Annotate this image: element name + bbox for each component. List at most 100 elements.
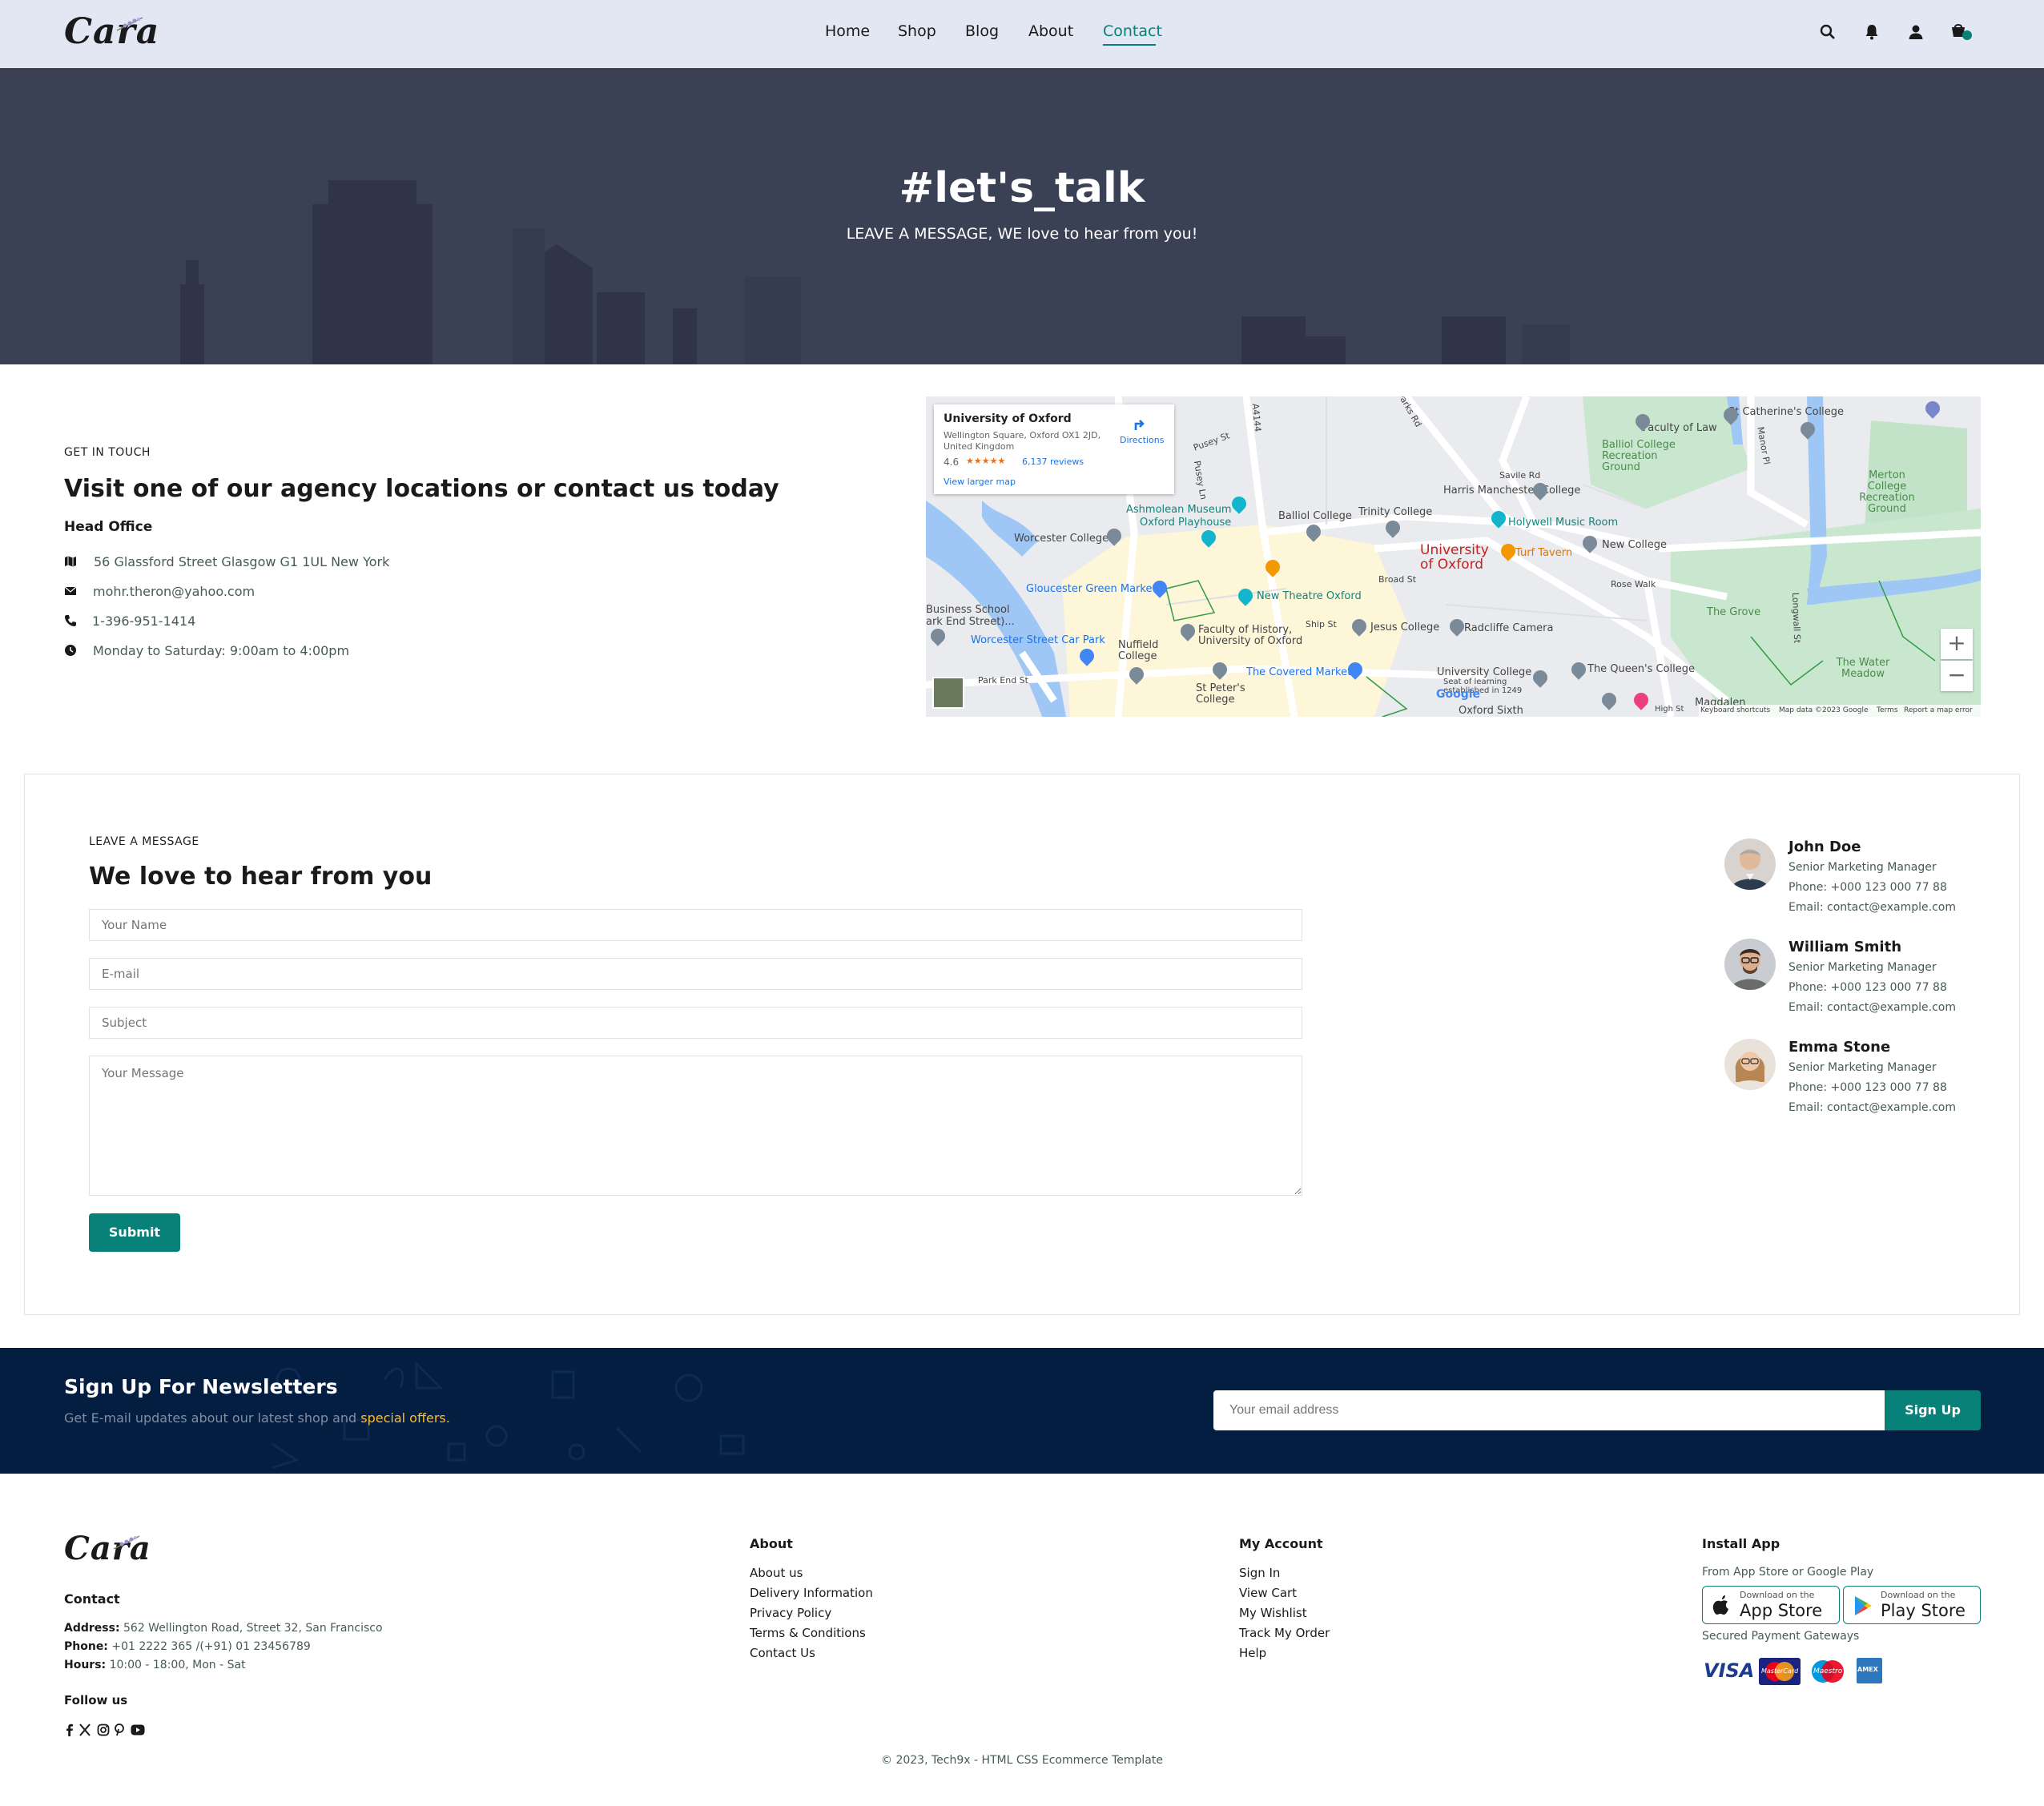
nav-blog[interactable]: Blog xyxy=(965,22,999,40)
envelope-icon xyxy=(64,586,77,595)
map-label: St Peter's College xyxy=(1196,682,1245,706)
directions-icon[interactable] xyxy=(1131,414,1149,432)
footer-hours: Hours: 10:00 - 18:00, Mon - Sat xyxy=(64,1659,246,1671)
copyright: © 2023, Tech9x - HTML CSS Ecommerce Temp… xyxy=(881,1754,1163,1767)
cart-icon[interactable] xyxy=(1949,22,1974,42)
newsletter-email-input[interactable] xyxy=(1213,1390,1885,1430)
newsletter-signup-button[interactable]: Sign Up xyxy=(1885,1390,1981,1430)
footer-link-sign-in[interactable]: Sign In xyxy=(1239,1566,1280,1580)
subject-input[interactable] xyxy=(89,1007,1302,1039)
install-text: From App Store or Google Play xyxy=(1702,1566,1874,1579)
office-email[interactable]: mohr.theron@yahoo.com xyxy=(93,584,255,599)
special-offers-highlight: special offers. xyxy=(360,1410,450,1426)
satellite-toggle[interactable] xyxy=(932,677,964,709)
amex-icon: AMEX xyxy=(1857,1658,1882,1683)
nav-home[interactable]: Home xyxy=(825,22,870,40)
youtube-icon[interactable] xyxy=(131,1724,145,1736)
nav-about[interactable]: About xyxy=(1028,22,1073,40)
mastercard-icon: MasterCard xyxy=(1759,1658,1801,1685)
footer-link-help[interactable]: Help xyxy=(1239,1646,1266,1660)
zoom-out-button[interactable]: − xyxy=(1941,661,1973,691)
footer-phone: Phone: +01 2222 365 /(+91) 01 23456789 xyxy=(64,1640,311,1653)
map-label: The Queen's College xyxy=(1587,663,1695,675)
footer-contact-title: Contact xyxy=(64,1591,120,1607)
map-label: Jesus College xyxy=(1370,621,1440,634)
bell-icon[interactable] xyxy=(1862,22,1881,42)
facebook-icon[interactable] xyxy=(64,1724,75,1736)
contact-person: John Doe Senior Marketing Manager Phone:… xyxy=(1724,839,1989,927)
map-label: Faculty of Law xyxy=(1643,422,1717,434)
person-name: William Smith xyxy=(1788,939,1902,955)
google-logo: Google xyxy=(1436,688,1481,701)
zoom-in-button[interactable]: + xyxy=(1941,629,1973,659)
footer-link-track-order[interactable]: Track My Order xyxy=(1239,1626,1330,1640)
form-heading: We love to hear from you xyxy=(89,863,433,891)
search-icon[interactable] xyxy=(1818,22,1837,42)
user-icon[interactable] xyxy=(1906,22,1925,42)
footer-link-wishlist[interactable]: My Wishlist xyxy=(1239,1606,1307,1620)
person-phone: Phone: +000 123 000 77 88 xyxy=(1788,1081,1947,1094)
terms-link[interactable]: Terms xyxy=(1877,706,1898,714)
app-store-button[interactable]: Download on the App Store xyxy=(1702,1586,1840,1624)
map-label: ark End Street)... xyxy=(926,616,1015,628)
map-label: Worcester College xyxy=(1014,533,1109,545)
pinterest-icon[interactable] xyxy=(114,1724,125,1736)
instagram-icon[interactable] xyxy=(97,1724,110,1736)
email-input[interactable] xyxy=(89,958,1302,990)
map-label: Ship St xyxy=(1306,619,1337,629)
play-store-button[interactable]: Download on the Play Store xyxy=(1843,1586,1981,1624)
app-store-small-text: Download on the xyxy=(1740,1590,1815,1600)
nav-active-underline xyxy=(1103,44,1156,46)
x-twitter-icon[interactable] xyxy=(78,1724,91,1736)
map-label: Oxford Sixth xyxy=(1459,705,1523,717)
hero-banner: #let's_talk LEAVE A MESSAGE, WE love to … xyxy=(0,68,2044,364)
footer-link-view-cart[interactable]: View Cart xyxy=(1239,1586,1297,1600)
larger-map-link[interactable]: View larger map xyxy=(944,477,1016,487)
map-label: Holywell Music Room xyxy=(1508,517,1619,529)
avatar xyxy=(1724,939,1776,990)
map-label: High St xyxy=(1655,705,1684,714)
footer-link-about-us[interactable]: About us xyxy=(750,1566,803,1580)
person-name: John Doe xyxy=(1788,839,1861,855)
avatar xyxy=(1724,839,1776,890)
reviews-link[interactable]: 6,137 reviews xyxy=(1022,457,1084,467)
footer-link-terms[interactable]: Terms & Conditions xyxy=(750,1626,866,1640)
keyboard-shortcuts-link[interactable]: Keyboard shortcuts xyxy=(1700,706,1770,714)
map-info-card: University of Oxford Wellington Square, … xyxy=(934,404,1174,494)
map-label: New College xyxy=(1602,539,1667,551)
footer-link-delivery[interactable]: Delivery Information xyxy=(750,1586,873,1600)
map-label: Radcliffe Camera xyxy=(1464,622,1554,634)
person-phone: Phone: +000 123 000 77 88 xyxy=(1788,981,1947,994)
directions-link[interactable]: Directions xyxy=(1120,435,1164,445)
message-textarea[interactable] xyxy=(89,1056,1302,1196)
footer-link-contact-us[interactable]: Contact Us xyxy=(750,1646,815,1660)
name-input[interactable] xyxy=(89,909,1302,941)
newsletter-title: Sign Up For Newsletters xyxy=(64,1375,338,1398)
contact-heading: Visit one of our agency locations or con… xyxy=(64,475,779,503)
map-label: Gloucester Green Market xyxy=(1026,583,1157,595)
footer-about-title: About xyxy=(750,1536,793,1551)
map-label: New Theatre Oxford xyxy=(1257,590,1362,602)
contact-person: Emma Stone Senior Marketing Manager Phon… xyxy=(1724,1039,1989,1127)
message-form-section: LEAVE A MESSAGE We love to hear from you… xyxy=(24,774,2020,1315)
nav-contact[interactable]: Contact xyxy=(1103,22,1162,40)
office-title: Head Office xyxy=(64,519,153,535)
map-label: Longwall St xyxy=(1790,592,1803,644)
map-label: Balliol College xyxy=(1278,510,1352,522)
map-label: University of Oxford xyxy=(1420,542,1489,573)
report-error-link[interactable]: Report a map error xyxy=(1904,706,1973,714)
submit-button[interactable]: Submit xyxy=(89,1213,180,1252)
google-map[interactable]: St Catherine's College Faculty of Law Ba… xyxy=(926,396,1981,717)
footer-link-privacy[interactable]: Privacy Policy xyxy=(750,1606,831,1620)
office-phone[interactable]: 1-396-951-1414 xyxy=(92,613,195,629)
map-label: The Grove xyxy=(1707,606,1761,618)
play-store-small-text: Download on the xyxy=(1881,1590,1956,1600)
rating-stars: ★★★★★ xyxy=(966,456,1006,466)
map-label: University of Oxford xyxy=(1198,635,1303,647)
person-role: Senior Marketing Manager xyxy=(1788,861,1937,874)
person-role: Senior Marketing Manager xyxy=(1788,961,1937,974)
nav-shop[interactable]: Shop xyxy=(898,22,936,40)
logo[interactable]: Cara xyxy=(64,11,159,52)
app-store-label: App Store xyxy=(1740,1601,1823,1620)
person-phone: Phone: +000 123 000 77 88 xyxy=(1788,881,1947,894)
